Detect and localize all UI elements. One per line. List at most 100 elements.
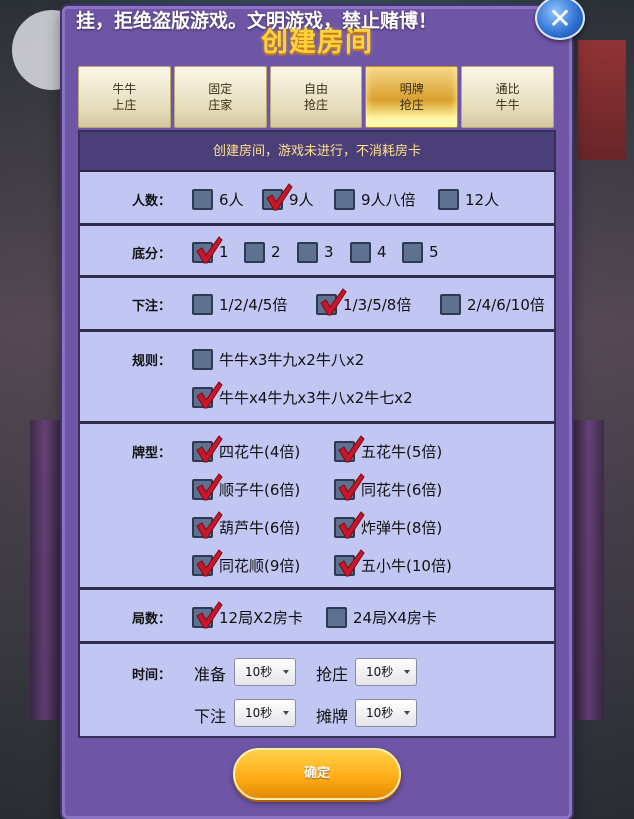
tab-tongbi-niuniu[interactable]: 通比 牛牛 bbox=[461, 66, 554, 128]
checkbox[interactable] bbox=[297, 241, 318, 263]
option-card-type[interactable]: 五小牛(10倍) bbox=[334, 548, 452, 576]
option-6-players[interactable]: 6人 bbox=[192, 188, 244, 210]
show-time-select[interactable]: 10秒 bbox=[355, 699, 417, 727]
checkmark-icon bbox=[196, 434, 223, 462]
option-label: 五花牛(5倍) bbox=[361, 442, 443, 461]
checkbox[interactable] bbox=[440, 293, 461, 315]
checkbox[interactable] bbox=[192, 380, 223, 408]
checkbox[interactable] bbox=[334, 548, 365, 576]
option-rounds-24[interactable]: 24局X4房卡 bbox=[326, 606, 437, 628]
option-rule-a[interactable]: 牛牛x3牛九x2牛八x2 bbox=[192, 348, 364, 370]
grab-time-select[interactable]: 10秒 bbox=[355, 658, 417, 686]
tab-niuniu-banker[interactable]: 牛牛 上庄 bbox=[78, 66, 171, 128]
option-card-type[interactable]: 五花牛(5倍) bbox=[334, 434, 443, 462]
option-label: 牛牛x3牛九x2牛八x2 bbox=[219, 350, 365, 369]
rounds-label: 局数： bbox=[132, 612, 172, 627]
checkbox[interactable] bbox=[438, 188, 459, 210]
checkmark-icon bbox=[196, 472, 223, 500]
checkbox[interactable] bbox=[192, 548, 223, 576]
dropdown-arrow-icon bbox=[404, 670, 410, 674]
option-card-type[interactable]: 四花牛(4倍) bbox=[192, 434, 300, 462]
option-label: 6人 bbox=[219, 190, 244, 209]
rules-label: 规则： bbox=[132, 354, 172, 369]
option-label: 12局X2房卡 bbox=[219, 608, 303, 627]
tab-open-card-grab[interactable]: 明牌 抢庄 bbox=[365, 66, 459, 128]
select-value: 10秒 bbox=[245, 706, 273, 720]
card-types-row: 牌型： 四花牛(4倍) 五花牛(5倍) 顺子牛(6倍) 同花牛(6倍) 葫芦牛(… bbox=[80, 424, 554, 590]
ready-time-select[interactable]: 10秒 bbox=[234, 658, 296, 686]
option-card-type[interactable]: 同花牛(6倍) bbox=[334, 472, 442, 500]
option-bet-1245[interactable]: 1/2/4/5倍 bbox=[192, 293, 287, 315]
option-card-type[interactable]: 同花顺(9倍) bbox=[192, 548, 301, 576]
checkmark-icon bbox=[320, 287, 347, 315]
checkbox[interactable] bbox=[244, 241, 265, 263]
checkbox[interactable] bbox=[192, 348, 213, 370]
players-row: 人数： 6人 9人 9人八倍 12人 bbox=[80, 172, 554, 226]
option-12-players[interactable]: 12人 bbox=[438, 188, 499, 210]
option-score-5[interactable]: 5 bbox=[402, 241, 439, 263]
option-label: 2 bbox=[271, 243, 281, 261]
option-card-type[interactable]: 顺子牛(6倍) bbox=[192, 472, 301, 500]
checkbox[interactable] bbox=[192, 235, 223, 263]
checkbox[interactable] bbox=[334, 434, 365, 462]
option-label: 24局X4房卡 bbox=[353, 608, 437, 627]
option-bet-24610[interactable]: 2/4/6/10倍 bbox=[440, 293, 545, 315]
game-mode-tabs: 牛牛 上庄 固定 庄家 自由 抢庄 明牌 抢庄 通比 牛牛 bbox=[78, 66, 554, 128]
room-card-notice: 创建房间，游戏未进行，不消耗房卡 bbox=[80, 132, 554, 172]
option-card-type[interactable]: 炸弹牛(8倍) bbox=[334, 510, 442, 538]
background-pillar bbox=[574, 420, 604, 720]
checkbox[interactable] bbox=[316, 287, 347, 315]
bet-label: 下注： bbox=[132, 299, 172, 314]
option-bet-1358[interactable]: 1/3/5/8倍 bbox=[316, 287, 411, 315]
checkbox[interactable] bbox=[334, 472, 365, 500]
checkbox[interactable] bbox=[350, 241, 371, 263]
option-score-4[interactable]: 4 bbox=[350, 241, 387, 263]
players-label: 人数： bbox=[132, 194, 172, 209]
option-score-1[interactable]: 1 bbox=[192, 235, 229, 263]
checkbox[interactable] bbox=[334, 188, 355, 210]
checkbox[interactable] bbox=[326, 606, 347, 628]
checkmark-icon bbox=[338, 548, 365, 576]
option-label: 9人八倍 bbox=[361, 190, 416, 209]
select-value: 10秒 bbox=[366, 665, 394, 679]
bet-time-label: 下注 bbox=[194, 707, 227, 726]
bet-time-select[interactable]: 10秒 bbox=[234, 699, 296, 727]
option-card-type[interactable]: 葫芦牛(6倍) bbox=[192, 510, 301, 538]
checkbox[interactable] bbox=[192, 600, 223, 628]
tab-free-grab[interactable]: 自由 抢庄 bbox=[269, 66, 363, 128]
tab-label: 固定 bbox=[208, 82, 233, 96]
checkmark-icon bbox=[196, 380, 223, 408]
option-rounds-12[interactable]: 12局X2房卡 bbox=[192, 600, 303, 628]
confirm-button[interactable]: 确定 bbox=[233, 748, 401, 800]
checkbox[interactable] bbox=[402, 241, 423, 263]
checkbox[interactable] bbox=[192, 293, 213, 315]
option-label: 葫芦牛(6倍) bbox=[219, 518, 301, 537]
tab-label: 明牌 bbox=[399, 82, 424, 96]
checkbox[interactable] bbox=[334, 510, 365, 538]
checkmark-icon bbox=[196, 510, 223, 538]
checkbox[interactable] bbox=[192, 434, 223, 462]
checkbox[interactable] bbox=[192, 510, 223, 538]
checkmark-icon bbox=[338, 472, 365, 500]
option-score-3[interactable]: 3 bbox=[297, 241, 334, 263]
tab-label: 自由 bbox=[303, 82, 328, 96]
tab-label: 上庄 bbox=[112, 98, 137, 112]
option-rule-b[interactable]: 牛牛x4牛九x3牛八x2牛七x2 bbox=[192, 380, 413, 408]
checkmark-icon bbox=[196, 235, 223, 263]
option-9-players[interactable]: 9人 bbox=[262, 182, 314, 210]
dropdown-arrow-icon bbox=[404, 711, 410, 715]
show-time-label: 摊牌 bbox=[316, 707, 349, 726]
timing-row: 时间： 准备 10秒 抢庄 10秒 下注 10秒 摊牌 10秒 bbox=[80, 644, 554, 734]
option-label: 同花顺(9倍) bbox=[219, 556, 301, 575]
tab-label: 抢庄 bbox=[399, 98, 424, 112]
option-9-players-8x[interactable]: 9人八倍 bbox=[334, 188, 416, 210]
card-types-label: 牌型： bbox=[132, 446, 172, 461]
checkbox[interactable] bbox=[262, 182, 293, 210]
checkbox[interactable] bbox=[192, 472, 223, 500]
option-label: 顺子牛(6倍) bbox=[219, 480, 301, 499]
dropdown-arrow-icon bbox=[283, 670, 289, 674]
checkmark-icon bbox=[196, 548, 223, 576]
option-score-2[interactable]: 2 bbox=[244, 241, 281, 263]
tab-fixed-banker[interactable]: 固定 庄家 bbox=[173, 66, 267, 128]
checkbox[interactable] bbox=[192, 188, 213, 210]
